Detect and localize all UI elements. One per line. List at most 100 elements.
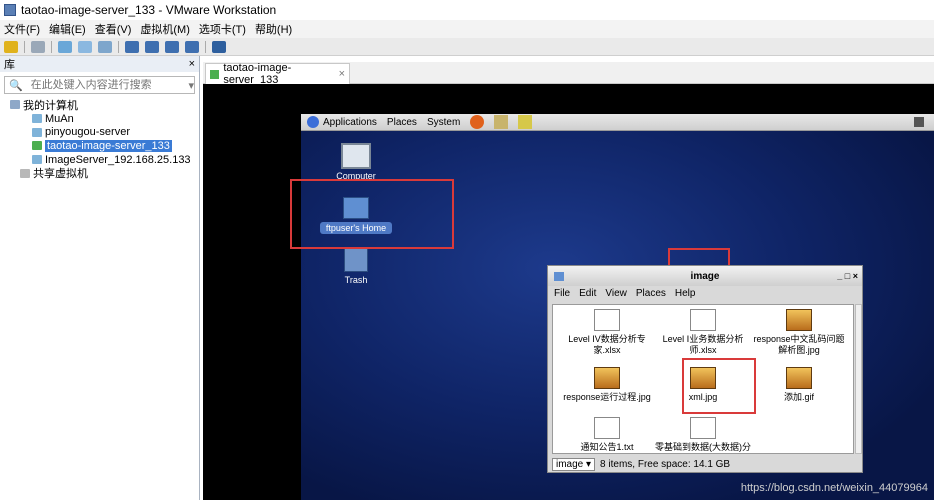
trash-icon: [344, 248, 368, 272]
fm-menu-file[interactable]: File: [554, 288, 570, 299]
vm-icon: [32, 127, 42, 137]
snapshot-icon[interactable]: [58, 40, 72, 53]
file-name: response中文乱码问题解析图.jpg: [753, 334, 845, 355]
search-input[interactable]: [30, 79, 181, 91]
file-item[interactable]: response中文乱码问题解析图.jpg: [749, 309, 849, 356]
tree-item-label: 共享虚拟机: [33, 168, 88, 181]
menu-vm[interactable]: 虚拟机(M): [140, 21, 190, 37]
file-manager-statusbar: image ▾ 8 items, Free space: 14.1 GB: [552, 457, 730, 471]
library-title: 库: [4, 59, 15, 71]
highlight-box: [682, 358, 756, 414]
location-select[interactable]: image ▾: [552, 457, 596, 471]
tree-item-label: pinyougou-server: [45, 126, 130, 139]
revert-snapshot-icon[interactable]: [78, 40, 92, 53]
panel-places[interactable]: Places: [387, 117, 417, 128]
document-icon: [690, 417, 716, 439]
fm-menu-help[interactable]: Help: [675, 288, 696, 299]
shared-vm-icon: [20, 168, 30, 178]
file-manager-title: image: [690, 270, 720, 282]
network-icon[interactable]: [31, 40, 45, 53]
file-item[interactable]: response运行过程.jpg: [557, 367, 657, 403]
image-file-icon: [594, 367, 620, 389]
spreadsheet-icon: [594, 309, 620, 331]
menu-tabs[interactable]: 选项卡(T): [199, 21, 246, 37]
spreadsheet-icon: [690, 309, 716, 331]
desktop-icon-computer[interactable]: Computer: [326, 143, 386, 181]
watermark-text: https://blog.csdn.net/weixin_44079964: [740, 482, 928, 494]
highlight-box: [290, 179, 454, 249]
desktop-icon-trash[interactable]: Trash: [326, 248, 386, 285]
chevron-down-icon[interactable]: ▾: [188, 79, 194, 92]
computer-icon: [341, 143, 371, 169]
window-title: taotao-image-server_133 - VMware Worksta…: [21, 3, 277, 17]
folder-icon: [554, 271, 564, 281]
tree-item-my-computer[interactable]: 我的计算机: [0, 98, 199, 112]
file-grid-scrollbar[interactable]: [855, 304, 862, 454]
fm-menu-view[interactable]: View: [605, 288, 627, 299]
tree-item-imageserver[interactable]: ImageServer_192.168.25.133: [0, 153, 199, 167]
panel-applications[interactable]: Applications: [323, 117, 377, 128]
tab-label: taotao-image-server_133: [223, 62, 292, 86]
firefox-icon[interactable]: [470, 115, 485, 129]
file-item[interactable]: Level Ⅰ业务数据分析师.xlsx: [653, 309, 753, 356]
mail-icon[interactable]: [494, 115, 509, 129]
tree-item-pinyougou[interactable]: pinyougou-server: [0, 125, 199, 139]
tab-close-icon[interactable]: ×: [339, 68, 345, 80]
fullscreen-icon[interactable]: [165, 40, 179, 53]
toolbar-separator: [205, 40, 206, 53]
file-name: 通知公告1.txt: [580, 442, 634, 452]
file-manager-titlebar[interactable]: image _ □ ×: [548, 266, 862, 286]
tree-item-label: 我的计算机: [23, 99, 78, 112]
tree-item-label: taotao-image-server_133: [45, 139, 172, 152]
fm-menu-edit[interactable]: Edit: [579, 288, 596, 299]
search-icon: 🔍: [9, 79, 23, 92]
image-file-icon: [786, 367, 812, 389]
snapshot-manager-icon[interactable]: [98, 40, 112, 53]
computer-icon: [10, 100, 20, 110]
guest-top-panel: Applications Places System: [301, 114, 934, 131]
vm-icon: [32, 114, 42, 124]
tree-item-taotao[interactable]: taotao-image-server_133: [0, 139, 199, 153]
power-icon[interactable]: [4, 40, 18, 53]
library-panel: 库 × 🔍 ▾ 我的计算机 MuAn pinyougou-server taot…: [0, 56, 200, 500]
menu-view[interactable]: 查看(V): [95, 21, 132, 37]
file-item[interactable]: 零基础到数据(大数据)分析专家-首席分析师: [653, 417, 753, 453]
library-search[interactable]: 🔍 ▾: [4, 76, 195, 94]
library-view-icon[interactable]: [125, 40, 139, 53]
file-name: 添加.gif: [783, 392, 814, 402]
tree-item-label: ImageServer_192.168.25.133: [45, 153, 191, 166]
tree-item-shared[interactable]: 共享虚拟机: [0, 166, 199, 180]
file-name: Level Ⅰ业务数据分析师.xlsx: [662, 334, 744, 355]
vm-tree: 我的计算机 MuAn pinyougou-server taotao-image…: [0, 98, 199, 180]
thumbnail-view-icon[interactable]: [145, 40, 159, 53]
window-controls[interactable]: _ □ ×: [837, 271, 858, 281]
console-view-icon[interactable]: [212, 40, 226, 53]
library-close-icon[interactable]: ×: [189, 58, 195, 70]
file-item[interactable]: Level IV数据分析专家.xlsx: [557, 309, 657, 356]
fm-menu-places[interactable]: Places: [636, 288, 666, 299]
tree-item-muan[interactable]: MuAn: [0, 112, 199, 126]
vm-icon: [32, 155, 42, 165]
file-name: response运行过程.jpg: [563, 392, 651, 402]
file-item[interactable]: 添加.gif: [749, 367, 849, 403]
unity-icon[interactable]: [185, 40, 199, 53]
file-manager-menubar: File Edit View Places Help: [548, 286, 862, 300]
panel-system[interactable]: System: [427, 117, 460, 128]
menu-file[interactable]: 文件(F): [4, 21, 40, 37]
tab-bar: taotao-image-server_133 ×: [203, 62, 934, 86]
image-file-icon: [786, 309, 812, 331]
vm-running-icon: [32, 141, 42, 151]
gnome-foot-icon: [307, 116, 319, 128]
file-item[interactable]: 通知公告1.txt: [557, 417, 657, 453]
main-toolbar: [0, 38, 934, 56]
text-file-icon: [594, 417, 620, 439]
menu-help[interactable]: 帮助(H): [255, 21, 292, 37]
volume-icon[interactable]: [914, 117, 924, 127]
menu-edit[interactable]: 编辑(E): [49, 21, 86, 37]
notes-icon[interactable]: [518, 115, 533, 129]
file-name: Level IV数据分析专家.xlsx: [568, 334, 646, 355]
toolbar-separator: [51, 40, 52, 53]
vmware-app-icon: [4, 4, 16, 16]
tab-taotao-image-server[interactable]: taotao-image-server_133 ×: [205, 62, 350, 86]
desktop-icon-label: Trash: [344, 275, 368, 285]
